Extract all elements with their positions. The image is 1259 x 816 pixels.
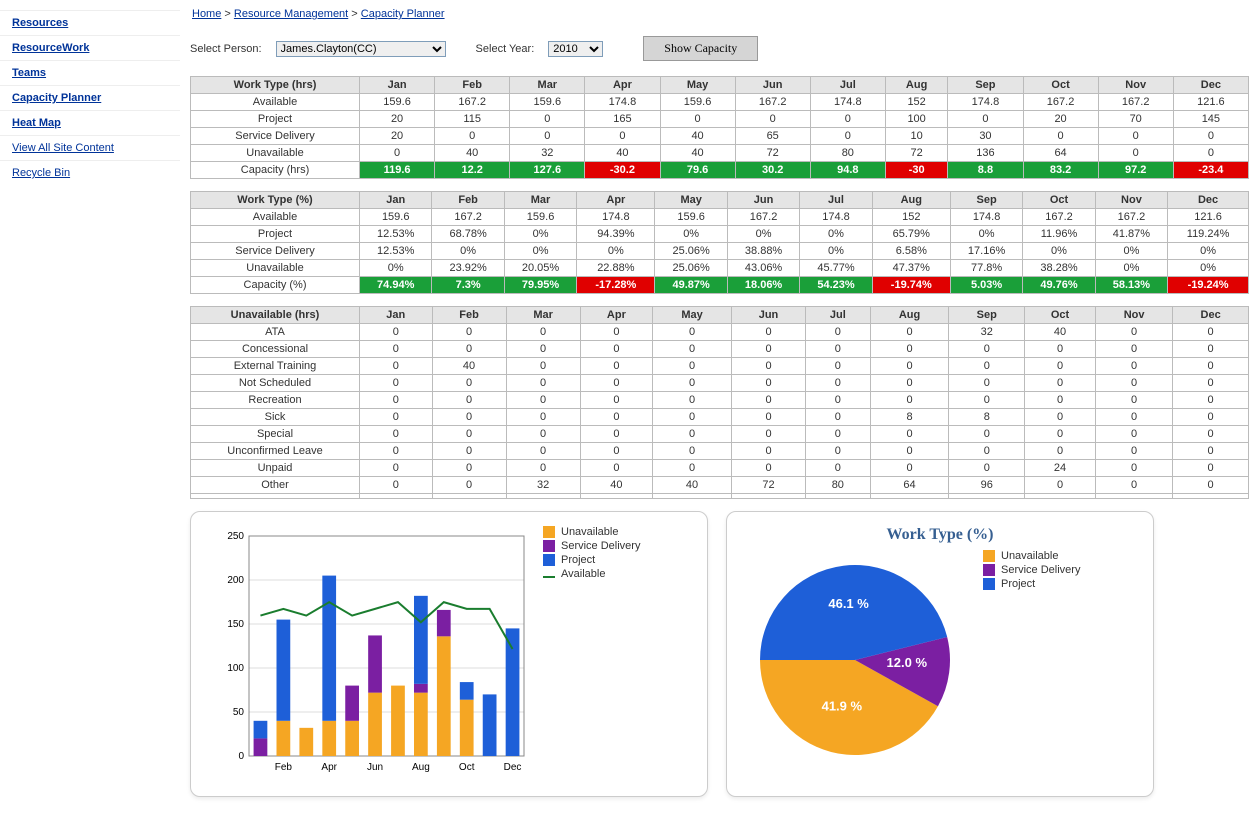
- sidebar-item-3[interactable]: Capacity Planner: [0, 85, 180, 110]
- legend-item: Available: [543, 568, 640, 580]
- sidebar-item-0[interactable]: Resources: [0, 10, 180, 35]
- svg-text:0: 0: [238, 751, 244, 762]
- table-2: Unavailable (hrs)JanFebMarAprMayJunJulAu…: [190, 306, 1249, 499]
- svg-text:Feb: Feb: [275, 762, 293, 773]
- sidebar-item-6[interactable]: Recycle Bin: [0, 160, 180, 185]
- svg-text:150: 150: [227, 619, 244, 630]
- year-label: Select Year:: [476, 43, 535, 55]
- svg-text:Apr: Apr: [321, 762, 337, 773]
- svg-text:Aug: Aug: [412, 762, 430, 773]
- legend-item: Unavailable: [543, 526, 640, 538]
- bar-chart: 0 50 100 150 200 250 Feb Apr Jun Aug Oct Dec Unavai…: [190, 511, 708, 797]
- svg-text:100: 100: [227, 663, 244, 674]
- year-select[interactable]: 2010: [548, 41, 603, 57]
- svg-text:200: 200: [227, 575, 244, 586]
- table-1: Work Type (%)JanFebMarAprMayJunJulAugSep…: [190, 191, 1249, 294]
- sidebar-item-5[interactable]: View All Site Content: [0, 135, 180, 160]
- sidebar-item-4[interactable]: Heat Map: [0, 110, 180, 135]
- legend-item: Project: [543, 554, 640, 566]
- legend-item: Project: [983, 578, 1080, 590]
- show-capacity-button[interactable]: Show Capacity: [643, 36, 758, 61]
- svg-text:250: 250: [227, 531, 244, 542]
- sidebar-item-1[interactable]: ResourceWork: [0, 35, 180, 60]
- person-select[interactable]: James.Clayton(CC): [276, 41, 446, 57]
- person-label: Select Person:: [190, 43, 262, 55]
- crumb-0[interactable]: Home: [192, 8, 221, 20]
- svg-text:Oct: Oct: [459, 762, 475, 773]
- breadcrumb: Home > Resource Management > Capacity Pl…: [190, 0, 1249, 28]
- svg-text:Jun: Jun: [367, 762, 383, 773]
- svg-text:50: 50: [233, 707, 245, 718]
- pie-chart: Work Type (%) 41.9 %12.0 %46.1 % Unavail…: [726, 511, 1154, 797]
- legend-item: Unavailable: [983, 550, 1080, 562]
- crumb-2[interactable]: Capacity Planner: [361, 8, 445, 20]
- svg-text:Dec: Dec: [504, 762, 522, 773]
- crumb-1[interactable]: Resource Management: [234, 8, 348, 20]
- table-0: Work Type (hrs)JanFebMarAprMayJunJulAugS…: [190, 76, 1249, 179]
- svg-text:41.9 %: 41.9 %: [822, 699, 863, 714]
- legend-item: Service Delivery: [983, 564, 1080, 576]
- svg-text:12.0 %: 12.0 %: [887, 655, 928, 670]
- filter-bar: Select Person: James.Clayton(CC) Select …: [190, 36, 1249, 61]
- svg-text:46.1 %: 46.1 %: [828, 596, 869, 611]
- legend-item: Service Delivery: [543, 540, 640, 552]
- sidebar-item-2[interactable]: Teams: [0, 60, 180, 85]
- sidebar: ResourcesResourceWorkTeamsCapacity Plann…: [0, 0, 180, 807]
